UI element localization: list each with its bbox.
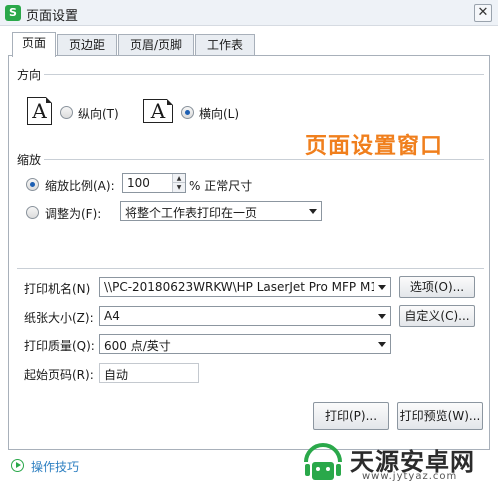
print-quality-value: 600 点/英寸 — [104, 339, 171, 353]
tab-page[interactable]: 页面 — [12, 32, 56, 57]
paper-size-value: A4 — [104, 309, 120, 323]
printer-label: 打印机名(N) — [24, 282, 91, 296]
printer-select[interactable]: \\PC-20180623WRKW\HP LaserJet Pro MFP M1 — [99, 277, 391, 297]
scale-stepper[interactable]: 100 ▲ ▼ — [122, 173, 186, 193]
watermark-url: www.jytyaz.com — [362, 471, 458, 482]
fit-select-value: 将整个工作表打印在一页 — [125, 206, 258, 220]
spin-up-icon[interactable]: ▲ — [173, 174, 185, 183]
scale-value[interactable]: 100 — [127, 176, 150, 190]
paper-size-select[interactable]: A4 — [99, 306, 391, 326]
scale-suffix: % 正常尺寸 — [189, 179, 253, 193]
play-circle-icon[interactable] — [11, 459, 24, 472]
options-button[interactable]: 选项(O)... — [399, 276, 475, 298]
print-quality-label: 打印质量(Q): — [24, 339, 95, 353]
orientation-section-title: 方向 — [17, 68, 42, 82]
orientation-divider — [44, 74, 484, 75]
custom-size-button[interactable]: 自定义(C)... — [399, 305, 475, 327]
landscape-page-icon: A — [143, 99, 173, 123]
print-quality-select[interactable]: 600 点/英寸 — [99, 334, 391, 354]
tips-link[interactable]: 操作技巧 — [31, 458, 79, 475]
site-watermark: 天源安卓网 www.jytyaz.com — [300, 438, 490, 486]
printer-divider — [17, 268, 484, 269]
printer-select-value: \\PC-20180623WRKW\HP LaserJet Pro MFP M1 — [104, 280, 374, 294]
android-logo-icon — [304, 443, 342, 480]
print-preview-button[interactable]: 打印预览(W)... — [397, 402, 483, 430]
scale-radio[interactable] — [26, 178, 39, 191]
first-page-input[interactable]: 自动 — [99, 363, 199, 383]
scale-label[interactable]: 缩放比例(A): — [45, 177, 115, 194]
wps-logo-icon: S — [5, 5, 21, 21]
chevron-down-icon — [309, 209, 317, 214]
tab-sheet[interactable]: 工作表 — [195, 34, 255, 56]
tab-margins[interactable]: 页边距 — [57, 34, 117, 56]
scaling-section-title: 缩放 — [17, 153, 42, 167]
close-button[interactable]: ✕ — [474, 4, 492, 22]
chevron-down-icon — [378, 285, 386, 290]
tab-header-footer[interactable]: 页眉/页脚 — [118, 34, 194, 56]
fit-label[interactable]: 调整为(F): — [45, 205, 101, 222]
portrait-label[interactable]: 纵向(T) — [78, 105, 119, 122]
title-bar: S 页面设置 ✕ — [0, 0, 498, 26]
fit-select[interactable]: 将整个工作表打印在一页 — [120, 201, 322, 221]
paper-size-label: 纸张大小(Z): — [24, 311, 94, 325]
first-page-label: 起始页码(R): — [24, 368, 94, 382]
first-page-value: 自动 — [104, 368, 129, 382]
fit-radio[interactable] — [26, 206, 39, 219]
landscape-label[interactable]: 横向(L) — [199, 105, 239, 122]
chevron-down-icon — [378, 342, 386, 347]
portrait-page-icon: A — [27, 97, 52, 125]
print-button[interactable]: 打印(P)... — [313, 402, 389, 430]
chevron-down-icon — [378, 314, 386, 319]
window-title: 页面设置 — [26, 9, 79, 24]
landscape-radio[interactable] — [181, 106, 194, 119]
annotation-text: 页面设置窗口 — [305, 134, 444, 159]
spin-down-icon[interactable]: ▼ — [173, 183, 185, 192]
scaling-divider — [44, 159, 484, 160]
portrait-radio[interactable] — [60, 106, 73, 119]
